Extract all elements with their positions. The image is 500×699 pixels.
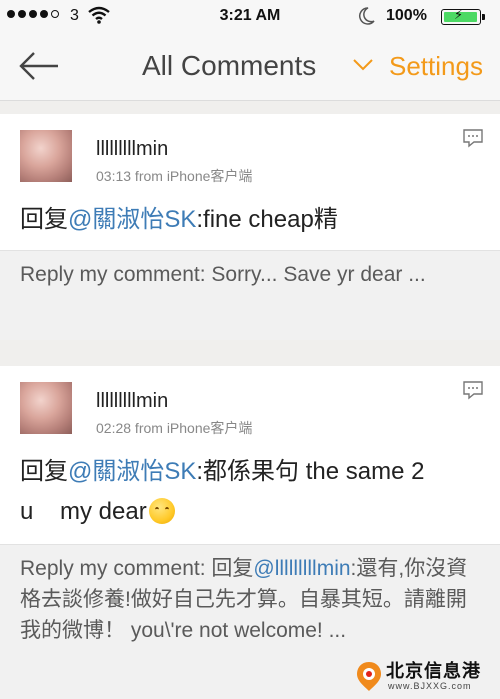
- comment-card: lllllllllmin 03:13 from iPhone客户端 回复@關淑怡…: [0, 114, 500, 340]
- watermark-url: www.BJXXG.com: [388, 681, 472, 691]
- comment-meta: 03:13 from iPhone客户端: [96, 168, 253, 184]
- comment-header: lllllllllmin 03:13 from iPhone客户端: [0, 114, 500, 190]
- comment-text: :都係果句 the same 2: [196, 458, 425, 485]
- comment-meta: 02:28 from iPhone客户端: [96, 420, 253, 436]
- comment-reply-icon[interactable]: [462, 380, 484, 405]
- reply-prefix: 回复: [20, 206, 68, 233]
- comment-card: lllllllllmin 02:28 from iPhone客户端 回复@關淑怡…: [0, 366, 500, 699]
- comment-line: 回复@關淑怡SK:都係果句 the same 2: [20, 452, 424, 492]
- comment-header: lllllllllmin 02:28 from iPhone客户端: [0, 366, 500, 442]
- comment-body: 回复@關淑怡SK:fine cheap精: [20, 200, 338, 240]
- avatar[interactable]: [20, 382, 72, 434]
- settings-button[interactable]: Settings: [389, 51, 483, 82]
- comment-body: 回复@關淑怡SK:都係果句 the same 2 u my dear: [20, 452, 424, 532]
- username[interactable]: lllllllllmin: [96, 138, 168, 161]
- battery-percentage: 100%: [386, 7, 427, 24]
- blushing-face-emoji-icon: [148, 498, 175, 524]
- quoted-comment[interactable]: Reply my comment: Sorry... Save yr dear …: [0, 250, 500, 340]
- navigation-bar: All Comments Settings: [0, 34, 500, 101]
- comment-line: u my dear: [20, 492, 424, 532]
- watermark-logo-icon: [354, 659, 384, 698]
- page-title[interactable]: All Comments: [142, 50, 316, 82]
- watermark-title: 北京信息港: [386, 661, 481, 681]
- avatar[interactable]: [20, 130, 72, 182]
- reply-prefix: 回复: [20, 458, 68, 485]
- quote-prefix: Reply my comment: 回复: [20, 557, 254, 580]
- username[interactable]: lllllllllmin: [96, 390, 168, 413]
- quoted-comment-text: Reply my comment: 回复@lllllllllmin:還有,你沒資…: [20, 553, 480, 646]
- comment-text: u my dear: [20, 498, 147, 525]
- comment-reply-icon[interactable]: [462, 128, 484, 153]
- status-bar: 3 3:21 AM 100% ⚡: [0, 0, 500, 34]
- mention-link[interactable]: @lllllllllmin: [253, 557, 350, 580]
- comment-text: :fine cheap精: [196, 206, 338, 233]
- mention-link[interactable]: @關淑怡SK: [68, 206, 196, 233]
- do-not-disturb-icon: [358, 6, 376, 31]
- mention-link[interactable]: @關淑怡SK: [68, 458, 196, 485]
- charging-bolt-icon: ⚡: [454, 7, 464, 22]
- quoted-comment-text: Reply my comment: Sorry... Save yr dear …: [20, 263, 426, 286]
- battery-tip: [482, 14, 485, 20]
- chevron-down-icon[interactable]: [352, 58, 374, 77]
- watermark: 北京信息港 www.BJXXG.com: [350, 655, 500, 698]
- back-arrow-icon[interactable]: [18, 51, 60, 86]
